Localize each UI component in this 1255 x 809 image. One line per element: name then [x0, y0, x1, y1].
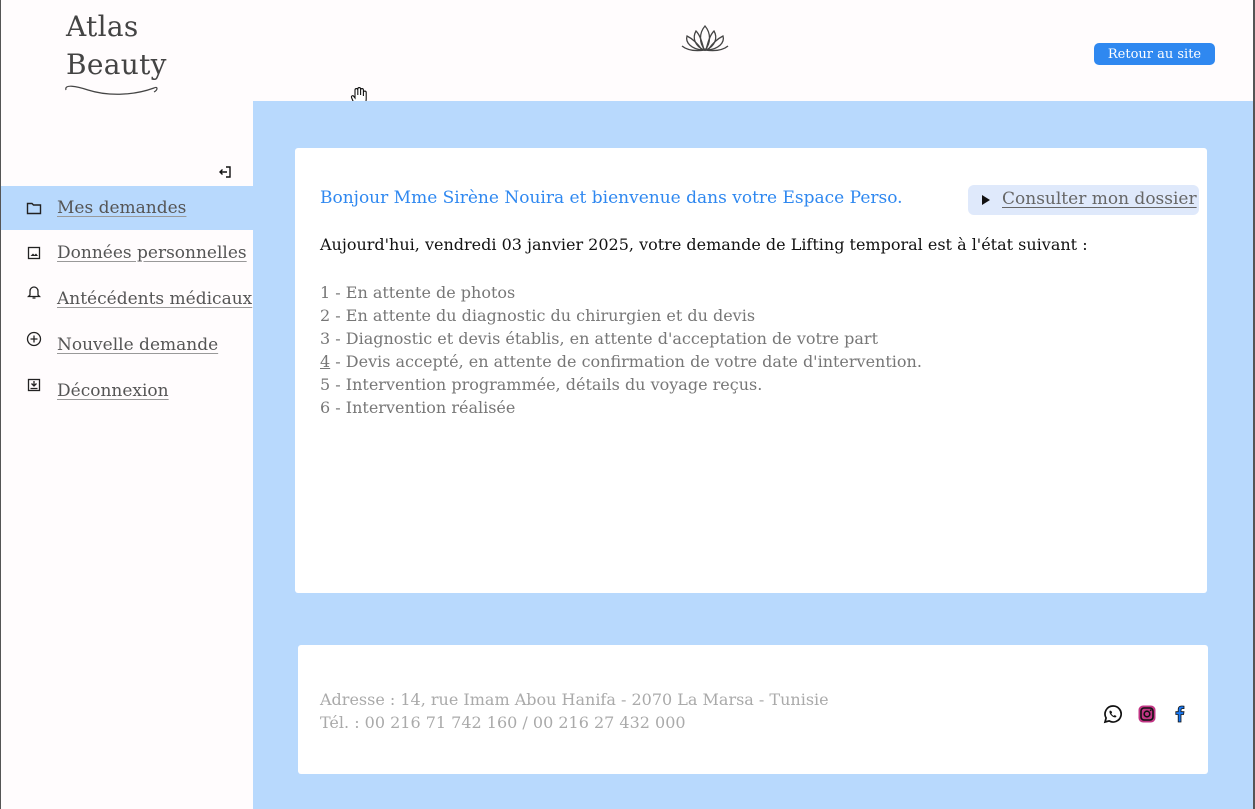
back-to-site-button[interactable]: Retour au site — [1094, 43, 1215, 65]
step-text: - Devis accepté, en attente de confirmat… — [330, 352, 922, 371]
collapse-sidebar-icon[interactable] — [218, 165, 232, 179]
step-number: 5 — [320, 375, 331, 394]
address-text: Adresse : 14, rue Imam Abou Hanifa - 207… — [320, 690, 829, 709]
step-text: - Diagnostic et devis établis, en attent… — [330, 329, 879, 348]
brand-name-line1: Atlas — [66, 10, 139, 43]
sidebar-item-nouvelle-demande[interactable]: Nouvelle demande — [1, 322, 253, 368]
status-steps-list: 1 - En attente de photos 2 - En attente … — [320, 281, 922, 419]
sidebar-nav: Mes demandes Données personnelles Antécé… — [1, 186, 253, 414]
step-number: 6 — [320, 398, 331, 417]
list-item: 4 - Devis accepté, en attente de confirm… — [320, 350, 922, 373]
logo-swash-icon — [65, 85, 158, 95]
whatsapp-icon[interactable] — [1103, 704, 1123, 724]
status-intro-text: Aujourd'hui, vendredi 03 janvier 2025, v… — [320, 235, 1088, 254]
sidebar-item-label: Déconnexion — [57, 381, 169, 401]
facebook-icon[interactable] — [1170, 704, 1190, 724]
image-icon — [25, 244, 43, 262]
step-number: 1 — [320, 283, 331, 302]
instagram-icon[interactable] — [1137, 704, 1157, 724]
sidebar-item-donnees-personnelles[interactable]: Données personnelles — [1, 230, 253, 276]
step-number-current: 4 — [320, 352, 331, 371]
list-item: 5 - Intervention programmée, détails du … — [320, 373, 922, 396]
welcome-greeting: Bonjour Mme Sirène Nouira et bienvenue d… — [320, 188, 903, 208]
step-text: - En attente du diagnostic du chirurgien… — [330, 306, 756, 325]
step-text: - Intervention réalisée — [330, 398, 516, 417]
sidebar-item-antecedents-medicaux[interactable]: Antécédents médicaux — [1, 276, 253, 322]
view-dossier-label: Consulter mon dossier — [1002, 189, 1197, 209]
plus-circle-icon — [25, 330, 43, 348]
brand-logo[interactable]: Atlas Beauty — [62, 10, 172, 100]
sidebar-item-deconnexion[interactable]: Déconnexion — [1, 368, 253, 414]
list-item: 2 - En attente du diagnostic du chirurgi… — [320, 304, 922, 327]
lotus-icon — [681, 25, 729, 52]
step-text: - En attente de photos — [330, 283, 516, 302]
phone-text: Tél. : 00 216 71 742 160 / 00 216 27 432… — [320, 713, 686, 732]
list-item: 1 - En attente de photos — [320, 281, 922, 304]
view-dossier-button[interactable]: Consulter mon dossier — [968, 185, 1199, 215]
contact-info: Adresse : 14, rue Imam Abou Hanifa - 207… — [320, 688, 829, 734]
play-icon — [982, 195, 990, 205]
brand-name-line2: Beauty — [66, 48, 167, 81]
list-item: 6 - Intervention réalisée — [320, 396, 922, 419]
logout-icon — [25, 376, 43, 394]
bell-icon — [25, 283, 43, 301]
sidebar-item-label: Nouvelle demande — [57, 335, 219, 355]
list-item: 3 - Diagnostic et devis établis, en atte… — [320, 327, 922, 350]
sidebar-item-label: Données personnelles — [57, 243, 247, 263]
step-text: - Intervention programmée, détails du vo… — [330, 375, 763, 394]
step-number: 3 — [320, 329, 331, 348]
sidebar-item-mes-demandes[interactable]: Mes demandes — [1, 186, 253, 230]
folder-icon — [25, 199, 43, 217]
sidebar-item-label: Antécédents médicaux — [57, 289, 253, 309]
step-number: 2 — [320, 306, 331, 325]
sidebar-item-label: Mes demandes — [57, 198, 187, 218]
